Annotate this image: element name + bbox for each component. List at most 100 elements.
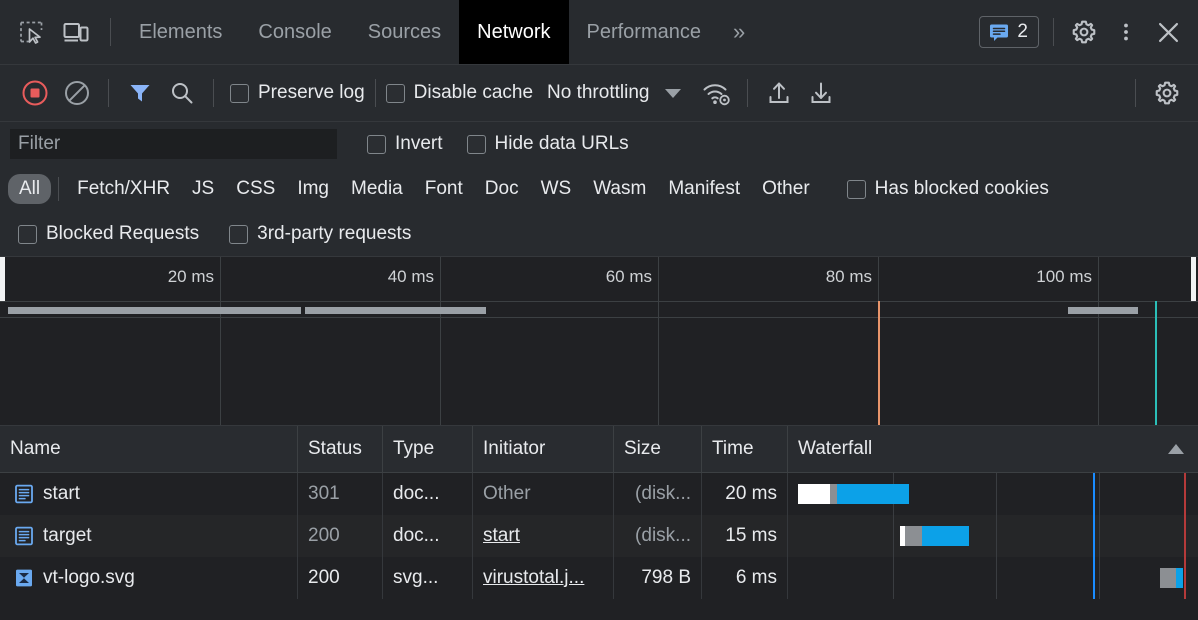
clear-button[interactable] [56,72,98,114]
type-filter-img[interactable]: Img [286,174,340,204]
column-header-time[interactable]: Time [702,426,788,472]
table-header-row: Name Status Type Initiator Size Time Waterfall [0,426,1198,473]
chevron-down-icon [665,88,682,98]
filter-icon[interactable] [119,72,161,114]
type-filter-media[interactable]: Media [340,174,414,204]
network-overview[interactable]: 20 ms 40 ms 60 ms 80 ms 100 ms [0,257,1198,426]
tabbar-divider [110,18,111,46]
overview-request-bar [305,307,486,314]
third-party-requests-label: 3rd-party requests [257,223,412,244]
column-header-waterfall[interactable]: Waterfall [788,426,1198,472]
throttling-select[interactable]: No throttling [547,82,682,104]
cell-initiator[interactable]: virustotal.j... [473,557,614,599]
more-options-icon[interactable] [1106,12,1146,52]
export-har-icon[interactable] [800,72,842,114]
filter-row: Invert Hide data URLs [0,122,1198,166]
network-conditions-icon[interactable] [695,72,737,114]
blocked-requests-label: Blocked Requests [46,223,200,244]
type-filter-wasm[interactable]: Wasm [582,174,657,204]
search-icon[interactable] [161,72,203,114]
cell-name[interactable]: target [0,515,298,557]
table-row[interactable]: start 301 doc... Other (disk... 20 ms [0,473,1198,515]
import-har-icon[interactable] [758,72,800,114]
table-body: start 301 doc... Other (disk... 20 ms target 20… [0,473,1198,599]
type-filter-divider [58,177,60,201]
inspect-element-icon[interactable] [12,12,52,52]
overview-left-handle[interactable] [0,257,5,301]
filter-input[interactable] [10,129,337,159]
tab-sources[interactable]: Sources [350,0,459,64]
third-party-requests-checkbox[interactable]: 3rd-party requests [229,223,411,245]
column-header-label: Name [10,438,61,459]
overview-tick-label: 20 ms [167,267,214,286]
column-header-status[interactable]: Status [298,426,383,472]
tab-console[interactable]: Console [240,0,349,64]
overview-tick-label: 80 ms [825,267,872,286]
column-header-size[interactable]: Size [614,426,702,472]
initiator-link[interactable]: start [483,525,520,547]
toolbar-divider-4 [747,79,749,107]
waterfall-event-domcontentloaded [1093,515,1095,557]
type-filter-other[interactable]: Other [751,174,821,204]
type-filter-all[interactable]: All [8,174,52,204]
preserve-log-label: Preserve log [258,82,365,103]
disable-cache-checkbox[interactable]: Disable cache [385,82,533,104]
type-filter-doc[interactable]: Doc [474,174,530,204]
overview-right-handle[interactable] [1191,257,1196,301]
tab-elements[interactable]: Elements [121,0,240,64]
waterfall-event-domcontentloaded [1093,473,1095,515]
table-row[interactable]: vt-logo.svg 200 svg... virustotal.j... 798 B… [0,557,1198,599]
type-filter-font[interactable]: Font [414,174,474,204]
hide-data-urls-label: Hide data URLs [494,133,629,154]
initiator-text: Other [483,483,531,504]
device-toolbar-icon[interactable] [56,12,96,52]
sort-ascending-icon [1168,444,1184,454]
column-header-type[interactable]: Type [383,426,473,472]
column-header-initiator[interactable]: Initiator [473,426,614,472]
type-filter-css[interactable]: CSS [225,174,286,204]
more-tabs-icon[interactable]: » [719,0,759,64]
record-button[interactable] [14,72,56,114]
tab-network[interactable]: Network [459,0,569,64]
invert-label: Invert [395,133,443,154]
tab-performance[interactable]: Performance [569,0,720,64]
waterfall-gridline [1099,473,1100,515]
cell-type: svg... [383,557,473,599]
waterfall-track [788,557,1198,599]
network-settings-gear-icon[interactable] [1146,72,1188,114]
waterfall-segment-queueing [798,484,830,504]
column-header-label: Status [308,438,362,459]
blocked-filter-row: Blocked Requests 3rd-party requests [0,212,1198,257]
cell-time: 6 ms [702,557,788,599]
cell-name[interactable]: vt-logo.svg [0,557,298,599]
type-filter-fetch-xhr[interactable]: Fetch/XHR [66,174,181,204]
devtools-tabbar: Elements Console Sources Network Perform… [0,0,1198,65]
overview-event-domcontentloaded [878,301,880,425]
preserve-log-checkbox[interactable]: Preserve log [230,82,365,104]
image-icon [16,569,32,587]
type-filter-js[interactable]: JS [181,174,225,204]
hide-data-urls-checkbox[interactable]: Hide data URLs [466,133,629,155]
table-row[interactable]: target 200 doc... start (disk... 15 ms [0,515,1198,557]
has-blocked-cookies-checkbox[interactable]: Has blocked cookies [846,178,1049,200]
document-icon [15,484,33,504]
blocked-requests-checkbox[interactable]: Blocked Requests [18,223,199,245]
initiator-link[interactable]: virustotal.j... [483,567,584,589]
overview-event-load [1155,301,1157,425]
cell-initiator[interactable]: start [473,515,614,557]
column-header-label: Type [393,438,435,459]
close-icon[interactable] [1148,12,1188,52]
toolbar-divider-1 [108,79,109,107]
cell-name[interactable]: start [0,473,298,515]
gear-icon[interactable] [1064,12,1104,52]
throttling-value: No throttling [547,82,650,103]
column-header-name[interactable]: Name [0,426,298,472]
type-filter-ws[interactable]: WS [530,174,583,204]
waterfall-gridline [893,515,894,557]
invert-checkbox[interactable]: Invert [367,133,443,155]
issues-counter-button[interactable]: 2 [979,16,1039,48]
waterfall-segment-download [922,526,969,546]
column-header-label: Waterfall [798,438,873,459]
tabbar-actions-divider [1053,18,1054,46]
type-filter-manifest[interactable]: Manifest [657,174,751,204]
